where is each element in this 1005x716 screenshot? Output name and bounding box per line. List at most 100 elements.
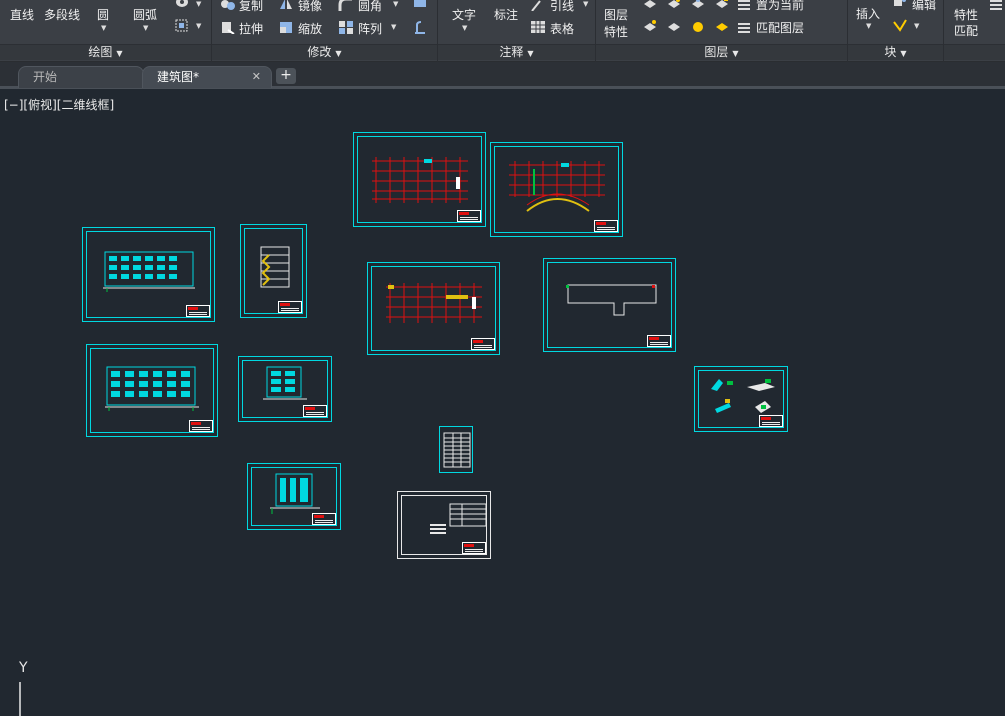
drawing-viewport[interactable]: [−][俯视][二维线框] Y [0, 92, 1005, 716]
hatch-dropdown-icon[interactable]: ▼ [196, 0, 201, 8]
layer-freeze-icon[interactable] [690, 0, 706, 10]
scale-button[interactable]: 缩放 [298, 20, 322, 37]
sheet-floor-plan-2[interactable] [490, 142, 623, 237]
match-layer-icon [738, 23, 750, 33]
fillet-button[interactable]: 圆角 [358, 0, 382, 14]
sheet-cover-notes[interactable] [397, 491, 491, 559]
tab-start-label: 开始 [33, 70, 58, 84]
layer-off-icon[interactable] [642, 0, 658, 10]
curved-plan-drawing [509, 161, 605, 212]
text-dropdown-icon[interactable]: ▼ [462, 24, 467, 32]
block-attribute-dropdown-icon[interactable]: ▼ [914, 22, 919, 30]
section-drawing [260, 246, 290, 288]
layer-lock-icon[interactable] [714, 0, 730, 10]
layer-properties-button[interactable]: 图层 [604, 6, 628, 23]
offset-icon[interactable] [412, 20, 428, 34]
insert-dropdown-icon[interactable]: ▼ [866, 22, 871, 30]
edit-block-button[interactable]: 编辑 [912, 0, 936, 13]
arc-dropdown-icon[interactable]: ▼ [143, 24, 148, 32]
grid-plan-drawing [372, 157, 468, 203]
sheet-section-1[interactable] [240, 224, 307, 318]
table-button[interactable]: 表格 [550, 20, 574, 37]
array-icon [339, 21, 353, 34]
elevation-drawing [105, 366, 199, 411]
polyline-button[interactable]: 多段线 [44, 6, 80, 23]
sheet-details[interactable] [694, 366, 788, 432]
draw-panel: 直线 多段线 圆 ▼ 圆弧 ▼ ▼ ▼ 绘图 ▼ [0, 0, 212, 62]
ribbon: 直线 多段线 圆 ▼ 圆弧 ▼ ▼ ▼ 绘图 ▼ 复制 镜像 圆角 ▼ 拉伸 缩放… [0, 0, 1005, 62]
circle-button[interactable]: 圆 [97, 6, 109, 23]
title-block [759, 415, 783, 427]
view-controls[interactable]: [−][俯视][二维线框] [4, 96, 114, 113]
leader-dropdown-icon[interactable]: ▼ [583, 0, 588, 8]
sheet-elevation-1[interactable] [82, 227, 215, 322]
draw-panel-title[interactable]: 绘图 ▼ [0, 44, 211, 60]
tab-start[interactable]: 开始 [18, 66, 144, 88]
match-properties-button[interactable]: 特性 [954, 6, 978, 23]
set-current-button[interactable]: 置为当前 [756, 0, 804, 13]
new-tab-button[interactable]: + [276, 68, 296, 84]
array-button[interactable]: 阵列 [358, 20, 382, 37]
elevation-drawing [270, 473, 320, 514]
leader-button[interactable]: 引线 [550, 0, 574, 14]
set-current-icon [738, 0, 750, 10]
title-block [462, 542, 486, 554]
layer-unlock-icon[interactable] [714, 19, 730, 33]
file-tab-bar: 开始 建筑图* ✕ [0, 62, 1005, 89]
circle-dropdown-icon[interactable]: ▼ [101, 24, 106, 32]
layer-isolate-icon[interactable] [666, 0, 682, 10]
tab-drawing[interactable]: 建筑图* ✕ [142, 66, 272, 88]
layer-properties-label: 特性 [604, 25, 629, 39]
arc-button[interactable]: 圆弧 [133, 6, 157, 23]
leader-icon [531, 0, 541, 11]
notes-drawing [430, 503, 487, 534]
elevation-drawing [103, 251, 195, 292]
block-attribute-icon[interactable] [892, 18, 908, 32]
close-icon[interactable]: ✕ [252, 67, 261, 87]
tab-drawing-label: 建筑图* [157, 70, 200, 84]
stretch-button[interactable]: 拉伸 [239, 20, 263, 37]
layers-panel: 图层 特性 置为当前 匹配图层 图层 ▼ [596, 0, 848, 62]
explode-icon[interactable] [412, 0, 428, 11]
sheet-door-window-table[interactable] [439, 426, 473, 473]
boundary-dropdown-icon[interactable]: ▼ [196, 22, 201, 30]
line-button[interactable]: 直线 [10, 6, 34, 23]
properties-panel-title[interactable] [944, 44, 1005, 60]
layers-panel-title[interactable]: 图层 ▼ [596, 44, 847, 60]
ucs-y-label: Y [19, 660, 28, 676]
layer-on-icon[interactable] [642, 19, 658, 33]
text-button[interactable]: 文字 [452, 6, 476, 23]
outline-drawing [566, 284, 657, 316]
array-dropdown-icon[interactable]: ▼ [391, 23, 396, 31]
create-block-icon [894, 0, 906, 6]
fillet-dropdown-icon[interactable]: ▼ [393, 0, 398, 8]
sheet-floor-plan-1[interactable] [353, 132, 486, 227]
title-block [303, 405, 327, 417]
match-properties-label: 匹配 [954, 24, 979, 38]
sheet-site-outline[interactable] [543, 258, 676, 352]
layer-thaw-icon[interactable] [690, 19, 706, 33]
copy-button[interactable]: 复制 [239, 0, 263, 14]
sheet-elevation-4[interactable] [247, 463, 341, 530]
insert-button[interactable]: 插入 [856, 5, 880, 22]
sheet-floor-plan-3[interactable] [367, 262, 500, 355]
fillet-icon [338, 0, 352, 11]
copy-icon [221, 0, 235, 10]
hatch-icon[interactable] [174, 0, 192, 10]
sheet-elevation-3[interactable] [238, 356, 332, 422]
scale-icon [280, 22, 292, 33]
boundary-icon[interactable] [174, 18, 190, 32]
details-drawing [711, 379, 775, 413]
dimension-button[interactable]: 标注 [494, 6, 518, 23]
layer-unisolate-icon[interactable] [666, 19, 682, 33]
properties-list-icon[interactable] [988, 0, 1004, 12]
table-drawing [443, 432, 471, 468]
sheet-elevation-2[interactable] [86, 344, 218, 437]
mirror-button[interactable]: 镜像 [298, 0, 322, 14]
annotation-panel-title[interactable]: 注释 ▼ [438, 44, 595, 60]
modify-panel-title[interactable]: 修改 ▼ [212, 44, 437, 60]
stretch-icon [222, 22, 235, 34]
block-panel-title[interactable]: 块 ▼ [848, 44, 943, 60]
properties-panel: 特性 匹配 [944, 0, 1005, 62]
match-layer-button[interactable]: 匹配图层 [756, 19, 804, 36]
